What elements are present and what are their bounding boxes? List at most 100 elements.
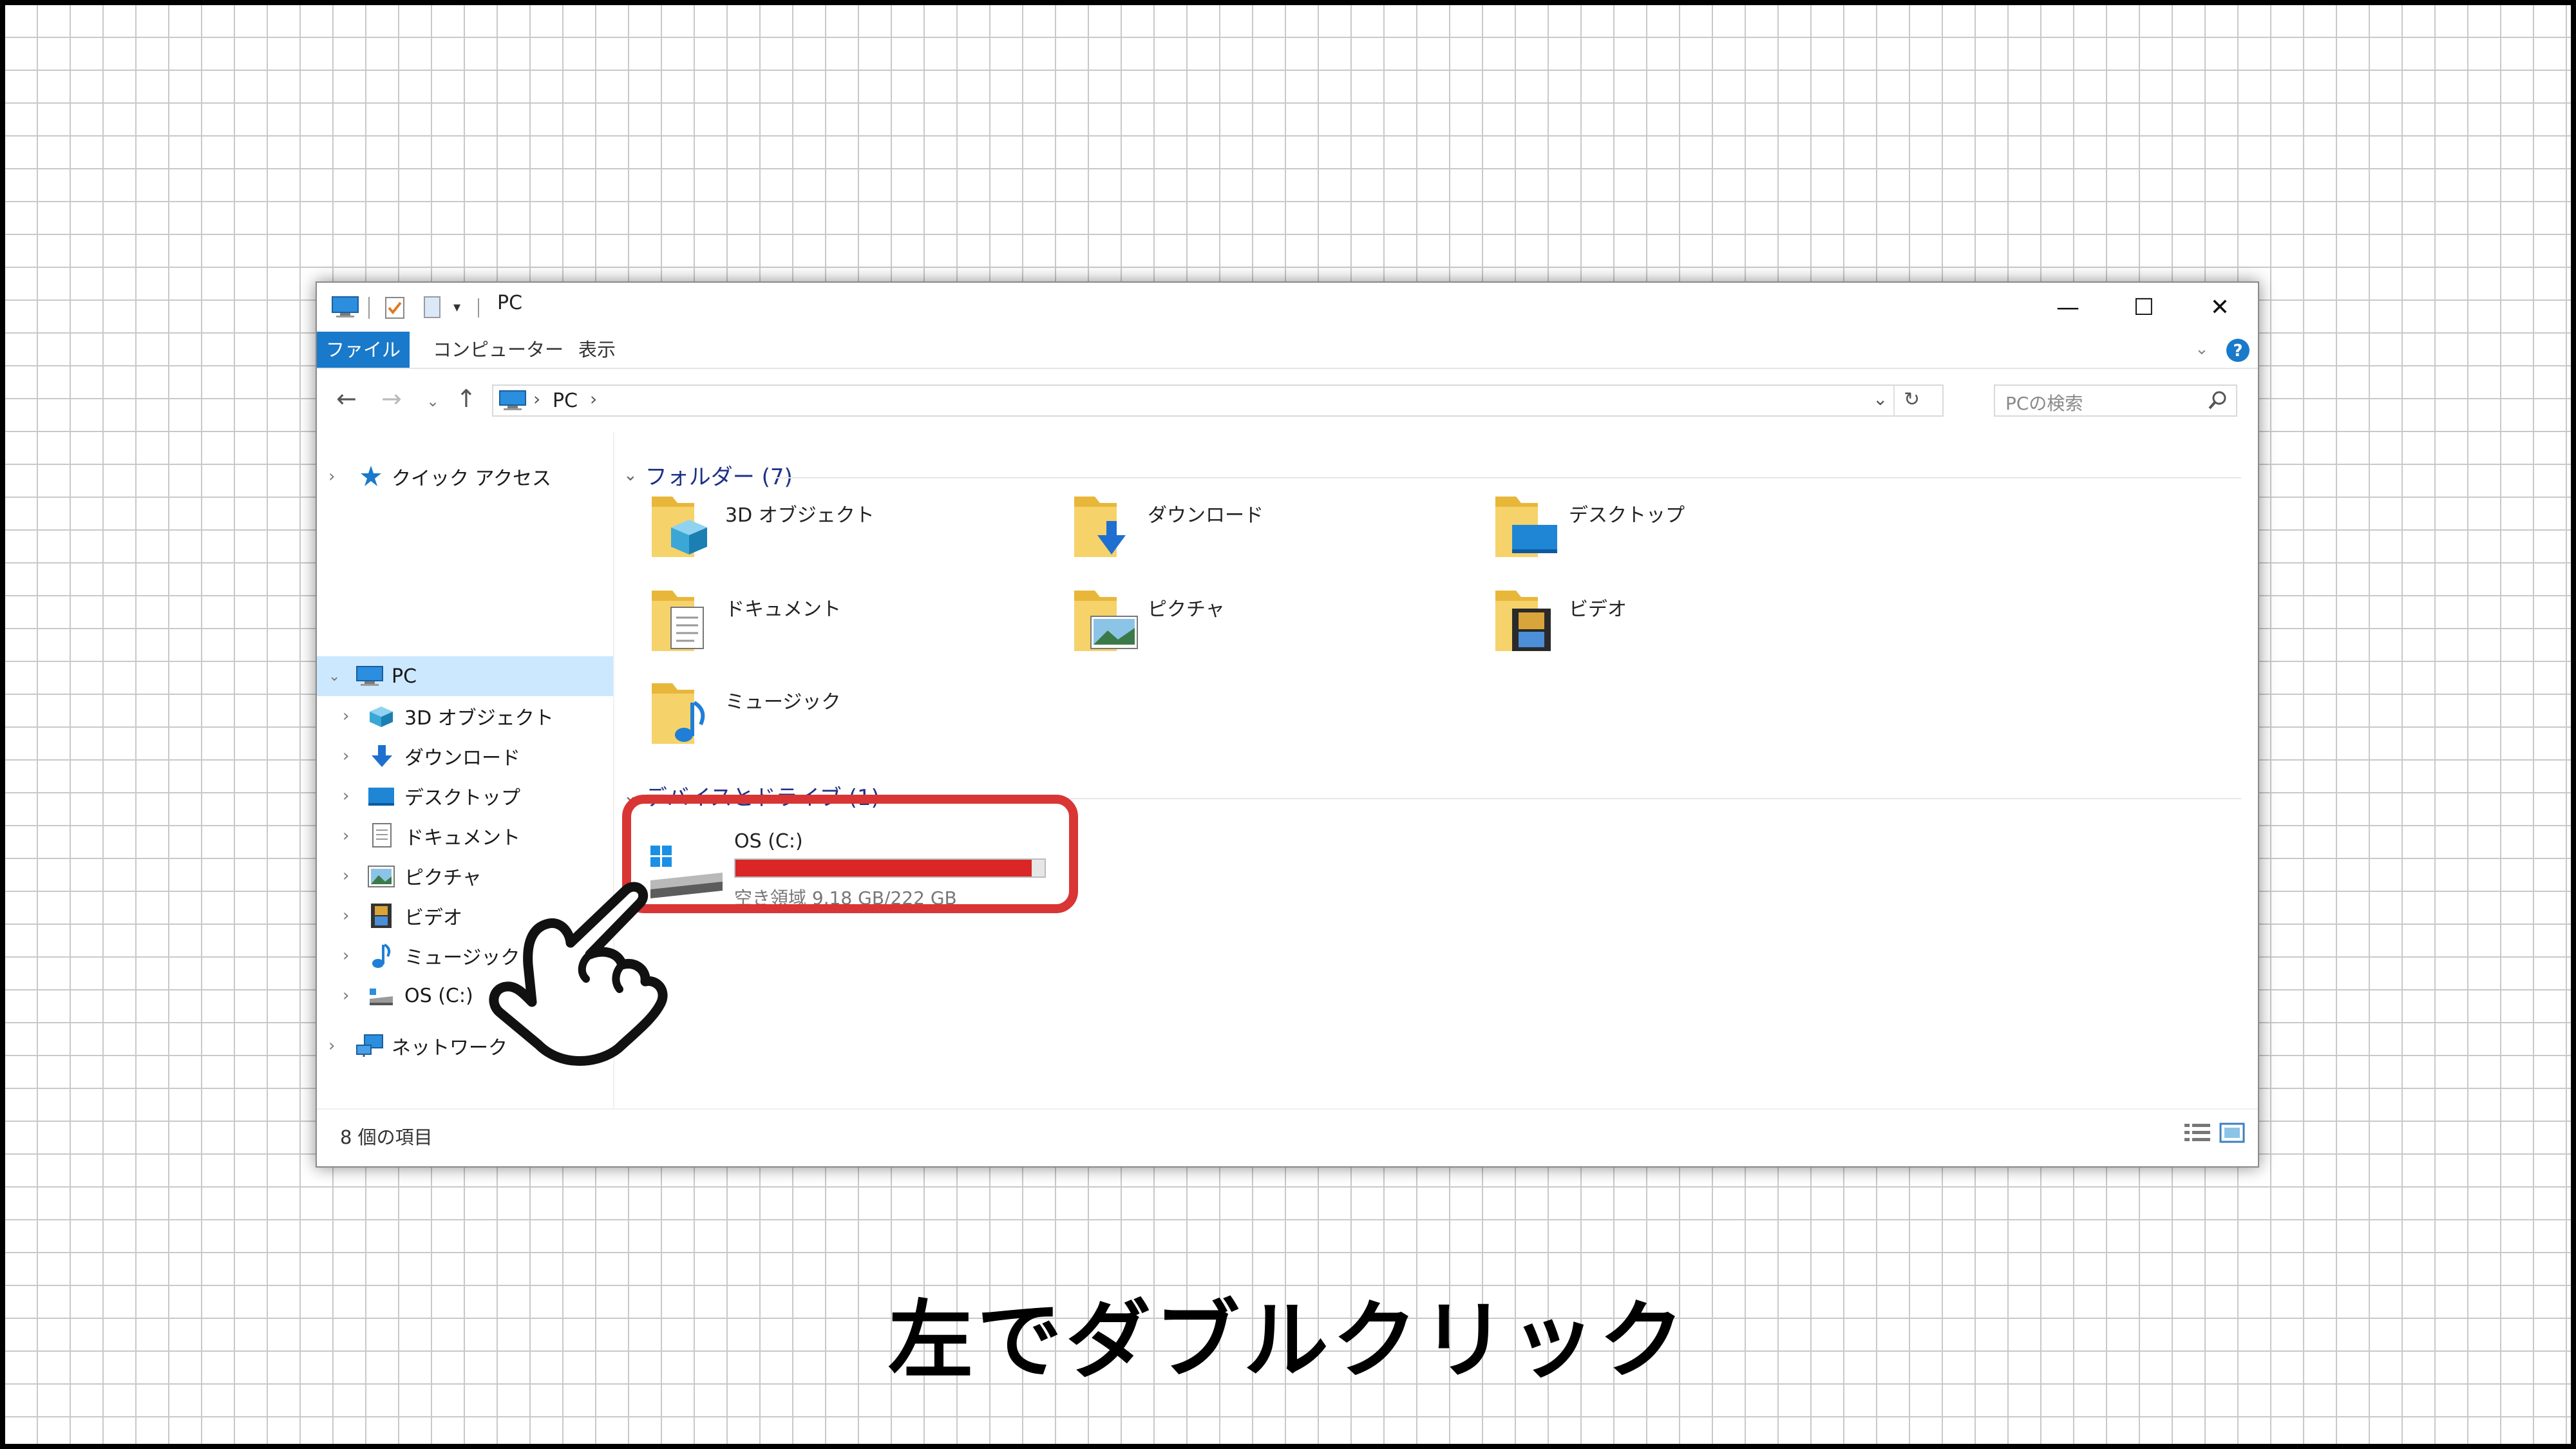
item-count: 8 個の項目	[340, 1126, 433, 1148]
sidebar-item-label: ビデオ	[404, 907, 462, 929]
sidebar-item-label: ピクチャ	[404, 867, 482, 889]
cube-icon	[368, 705, 394, 728]
film-icon	[370, 902, 393, 929]
folder-label: ビデオ	[1569, 598, 1627, 621]
sidebar-item-label: クイック アクセス	[392, 468, 552, 490]
chevron-right-icon[interactable]: ›	[343, 826, 349, 846]
chevron-right-icon[interactable]: ›	[343, 746, 349, 766]
folder-label: 3D オブジェクト	[725, 504, 875, 527]
ribbon-expand-icon[interactable]: ⌄	[2195, 339, 2209, 359]
document-icon	[371, 822, 393, 848]
tab-view[interactable]: 表示	[578, 332, 616, 368]
sidebar-item-3d-objects[interactable]: › 3D オブジェクト	[317, 696, 613, 736]
customize-qat-icon[interactable]: ▾	[453, 294, 460, 320]
folder-icon	[652, 683, 705, 744]
chevron-right-icon: ›	[533, 388, 541, 410]
window-title: PC	[497, 292, 523, 314]
chevron-down-icon[interactable]: ⌄	[623, 466, 638, 485]
chevron-right-icon[interactable]: ›	[590, 388, 597, 410]
pc-icon	[331, 294, 359, 320]
music-note-icon	[371, 942, 393, 969]
sidebar-item-pc[interactable]: ⌄ PC	[317, 656, 613, 696]
chevron-right-icon[interactable]: ›	[328, 467, 335, 486]
refresh-icon[interactable]: ↻	[1904, 388, 1920, 411]
picture-icon	[367, 865, 395, 888]
up-icon[interactable]: ↑	[456, 384, 477, 413]
folder-icon	[652, 497, 707, 557]
recent-locations-icon[interactable]: ⌄	[426, 392, 439, 410]
status-bar: 8 個の項目	[317, 1108, 2258, 1166]
folder-label: ピクチャ	[1148, 598, 1225, 621]
network-icon	[355, 1034, 384, 1058]
folder-3d-objects[interactable]: 3D オブジェクト	[649, 490, 1048, 574]
download-arrow-icon	[370, 744, 394, 768]
properties-icon[interactable]	[384, 294, 406, 320]
chevron-right-icon[interactable]: ›	[343, 786, 349, 806]
address-bar[interactable]: › PC › ⌄ ↻	[492, 384, 1944, 417]
chevron-right-icon[interactable]: ›	[343, 866, 349, 886]
chevron-right-icon[interactable]: ›	[343, 906, 349, 925]
folder-music[interactable]: ミュージック	[649, 677, 1048, 761]
help-icon[interactable]: ?	[2226, 338, 2250, 363]
forward-icon[interactable]: →	[381, 384, 402, 413]
group-title: フォルダー (7)	[645, 464, 793, 490]
search-icon[interactable]	[2208, 390, 2228, 412]
sidebar-item-downloads[interactable]: › ダウンロード	[317, 736, 613, 776]
folder-pictures[interactable]: ピクチャ	[1072, 584, 1471, 668]
pointing-hand-icon	[477, 876, 670, 1075]
breadcrumb-pc[interactable]: PC	[553, 390, 578, 412]
instruction-caption: 左でダブルクリック	[888, 1291, 1688, 1390]
folder-desktop[interactable]: デスクトップ	[1493, 490, 1892, 574]
large-icons-view-icon[interactable]	[2219, 1121, 2245, 1144]
separator	[478, 298, 479, 317]
search-box[interactable]: PCの検索	[1994, 384, 2237, 417]
folder-icon	[1074, 591, 1138, 651]
chevron-right-icon[interactable]: ›	[343, 706, 349, 726]
details-view-icon[interactable]	[2183, 1121, 2211, 1144]
search-input[interactable]: PCの検索	[2005, 390, 2083, 415]
folder-documents[interactable]: ドキュメント	[649, 584, 1048, 668]
new-folder-icon[interactable]	[422, 294, 442, 320]
folder-label: ダウンロード	[1148, 504, 1264, 527]
folder-icon	[1495, 591, 1551, 651]
address-toolbar: ← → ⌄ ↑ › PC › ⌄ ↻ PCの検索	[317, 368, 2258, 432]
address-dropdown-icon[interactable]: ⌄	[1873, 388, 1888, 410]
chevron-down-icon[interactable]: ⌄	[328, 668, 340, 685]
separator	[1893, 386, 1895, 415]
folder-icon	[652, 591, 704, 651]
sidebar-item-label: ダウンロード	[404, 747, 520, 770]
sidebar-item-label: PC	[392, 665, 417, 688]
folder-icon	[1074, 497, 1126, 557]
folder-videos[interactable]: ビデオ	[1493, 584, 1892, 668]
back-icon[interactable]: ←	[336, 384, 357, 413]
tab-file[interactable]: ファイル	[317, 332, 410, 368]
folders-group-header[interactable]: ⌄ フォルダー (7)	[623, 459, 793, 491]
separator	[368, 297, 370, 319]
divider	[775, 477, 2241, 478]
maximize-button[interactable]: ☐	[2106, 283, 2182, 332]
svg-text:?: ?	[2233, 341, 2242, 361]
chevron-right-icon[interactable]: ›	[343, 946, 349, 965]
drive-highlight-frame	[622, 795, 1078, 913]
folder-label: ドキュメント	[725, 598, 841, 621]
pc-icon	[498, 390, 527, 412]
sidebar-item-label: OS (C:)	[404, 984, 473, 1007]
folder-downloads[interactable]: ダウンロード	[1072, 490, 1471, 574]
chevron-right-icon[interactable]: ›	[343, 986, 349, 1005]
sidebar-item-quick-access[interactable]: › クイック アクセス	[317, 457, 613, 497]
sidebar-item-desktop[interactable]: › デスクトップ	[317, 776, 613, 816]
sidebar-item-label: ドキュメント	[404, 827, 520, 849]
ribbon: ファイル コンピューター 表示 ⌄ ?	[317, 332, 2258, 369]
minimize-button[interactable]: —	[2030, 283, 2106, 332]
sidebar-item-label: デスクトップ	[404, 787, 520, 810]
folder-icon	[1495, 497, 1557, 557]
close-button[interactable]: ✕	[2182, 283, 2258, 332]
drive-icon	[368, 986, 394, 1007]
tab-computer[interactable]: コンピューター	[433, 332, 564, 368]
title-bar: ▾ PC — ☐ ✕	[317, 283, 2258, 332]
sidebar-item-documents[interactable]: › ドキュメント	[317, 816, 613, 856]
pc-icon	[355, 665, 384, 687]
desktop-icon	[367, 786, 395, 807]
chevron-right-icon[interactable]: ›	[328, 1036, 335, 1056]
content-pane: ⌄ フォルダー (7) 3D オブジェクト ダウンロード デスクトップ ドキュメ…	[614, 432, 2258, 1108]
